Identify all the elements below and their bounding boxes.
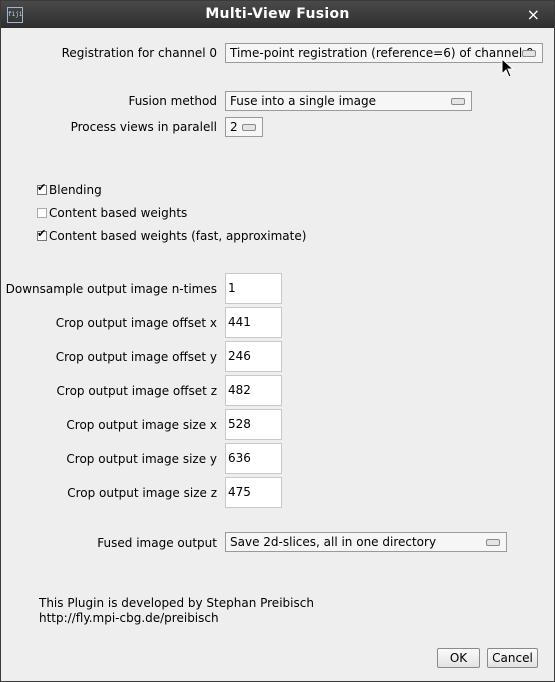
downsample-input[interactable]: 1	[225, 273, 282, 304]
offset-x-label: Crop output image offset x	[55, 316, 217, 330]
registration-value: Time-point registration (reference=6) of…	[230, 46, 534, 60]
blending-checkbox[interactable]: Blending	[37, 181, 102, 197]
registration-select[interactable]: Time-point registration (reference=6) of…	[225, 43, 543, 63]
content-weights-fast-checkbox[interactable]: Content based weights (fast, approximate…	[37, 227, 307, 243]
dialog-window: fiji Multi-View Fusion × Registration fo…	[0, 0, 555, 682]
ok-button[interactable]: OK	[437, 648, 480, 668]
fused-output-label: Fused image output	[97, 536, 217, 550]
content-weights-checkbox[interactable]: Content based weights	[37, 206, 187, 220]
size-x-label: Crop output image size x	[66, 418, 217, 432]
content-weights-fast-label: Content based weights (fast, approximate…	[49, 229, 307, 243]
process-views-label: Process views in paralell	[70, 120, 217, 134]
offset-x-input[interactable]: 441	[225, 307, 282, 338]
registration-label: Registration for channel 0	[61, 46, 217, 60]
info-url: http://fly.mpi-cbg.de/preibisch	[39, 611, 219, 625]
fused-output-value: Save 2d-slices, all in one directory	[230, 535, 437, 549]
checkbox-unchecked-icon	[37, 208, 47, 218]
fusion-method-select[interactable]: Fuse into a single image	[225, 91, 472, 111]
downsample-label: Downsample output image n-times	[5, 282, 217, 296]
size-y-input[interactable]: 636	[225, 443, 282, 474]
size-x-input[interactable]: 528	[225, 409, 282, 440]
fusion-method-value: Fuse into a single image	[230, 94, 376, 108]
cancel-button[interactable]: Cancel	[487, 648, 538, 668]
process-views-select[interactable]: 2	[225, 117, 263, 137]
process-views-value: 2	[230, 120, 238, 134]
offset-z-label: Crop output image offset z	[56, 384, 217, 398]
info-credit: This Plugin is developed by Stephan Prei…	[39, 596, 314, 610]
checkbox-checked-icon	[37, 181, 47, 195]
dropdown-arrow-icon	[242, 124, 256, 131]
offset-z-input[interactable]: 482	[225, 375, 282, 406]
size-z-input[interactable]: 475	[225, 477, 282, 508]
size-y-label: Crop output image size y	[66, 452, 217, 466]
blending-label: Blending	[49, 183, 102, 197]
checkbox-checked-icon	[37, 227, 47, 241]
dropdown-arrow-icon	[451, 98, 465, 105]
title-bar[interactable]: fiji Multi-View Fusion ×	[1, 1, 554, 28]
fused-output-select[interactable]: Save 2d-slices, all in one directory	[225, 532, 507, 552]
close-icon[interactable]: ×	[527, 5, 540, 24]
mouse-pointer-icon	[501, 58, 515, 78]
offset-y-input[interactable]: 246	[225, 341, 282, 372]
window-title: Multi-View Fusion	[205, 6, 350, 22]
content-weights-label: Content based weights	[49, 206, 188, 220]
offset-y-label: Crop output image offset y	[55, 350, 217, 364]
dropdown-arrow-icon	[522, 50, 536, 57]
dropdown-arrow-icon	[486, 539, 500, 546]
fusion-method-label: Fusion method	[128, 94, 217, 108]
size-z-label: Crop output image size z	[67, 486, 217, 500]
